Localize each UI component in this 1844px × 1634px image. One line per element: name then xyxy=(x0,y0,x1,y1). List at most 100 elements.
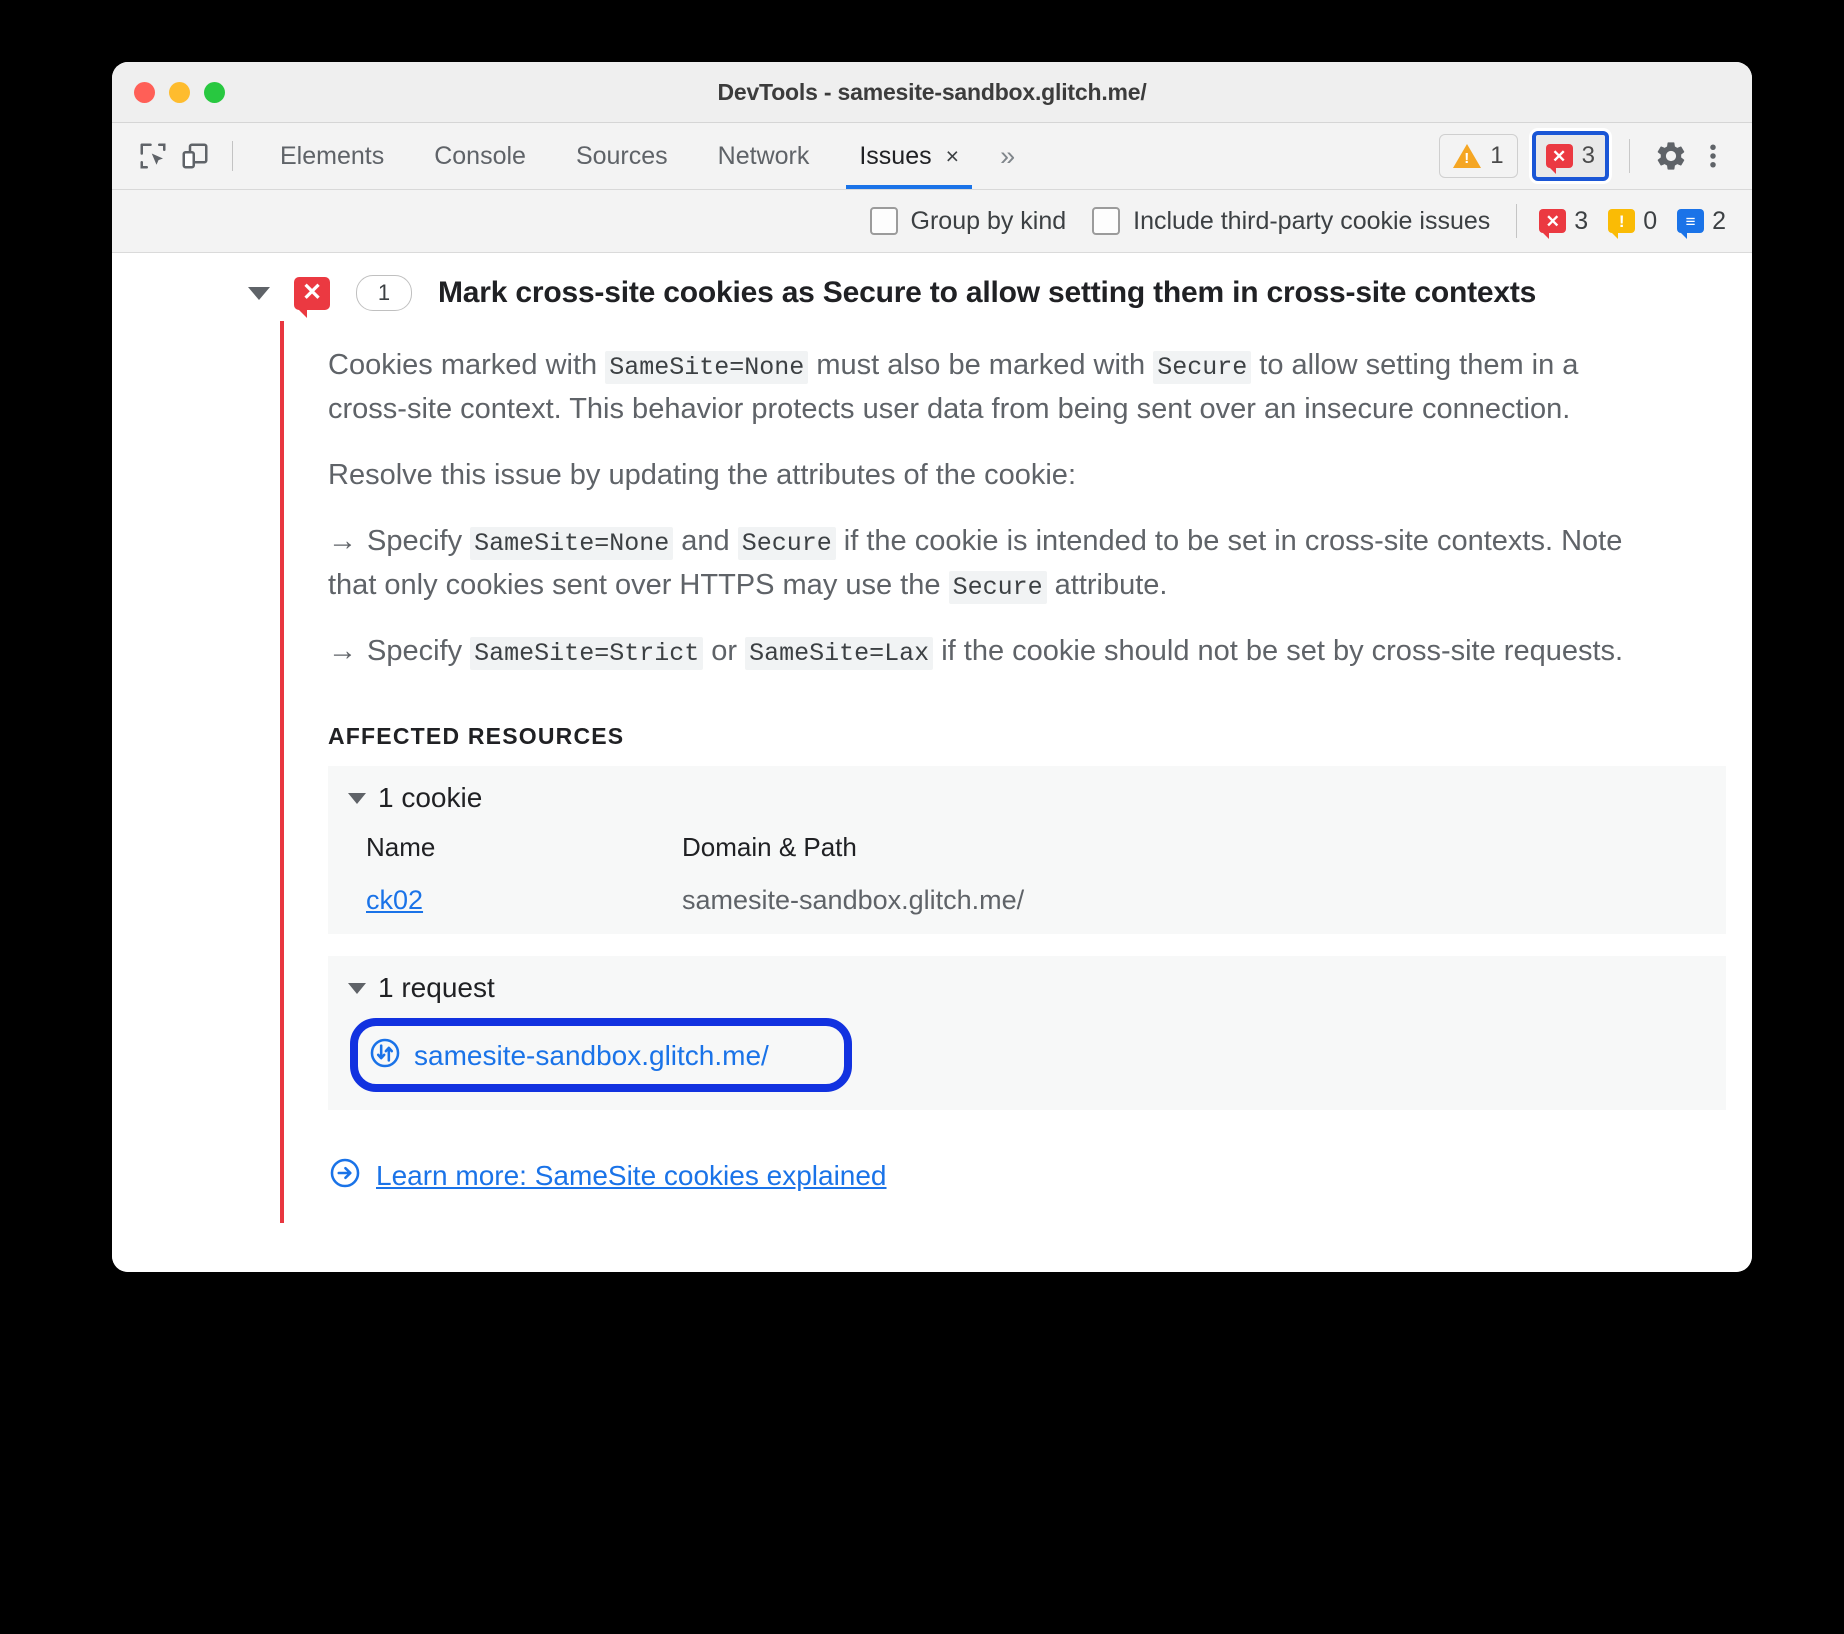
error-count-value: 3 xyxy=(1581,142,1595,169)
cookie-group-header[interactable]: 1 cookie xyxy=(328,782,1726,814)
arrow-right-icon: → xyxy=(328,635,357,668)
issue-count-badge: 1 xyxy=(356,275,412,311)
traffic-light-group xyxy=(112,81,225,103)
warning-bubble-icon: ! xyxy=(1608,209,1636,239)
minimize-window-button[interactable] xyxy=(169,81,190,103)
cookie-group-title: 1 cookie xyxy=(378,782,483,814)
cookie-domain-path-cell: samesite-sandbox.glitch.me/ xyxy=(682,885,1025,916)
request-group-header[interactable]: 1 request xyxy=(328,972,1726,1004)
group-by-kind-label: Group by kind xyxy=(910,206,1067,235)
warning-triangle-icon xyxy=(1453,144,1482,168)
request-url-text: samesite-sandbox.glitch.me/ xyxy=(414,1039,769,1071)
close-window-button[interactable] xyxy=(134,81,155,103)
table-row: ck02 samesite-sandbox.glitch.me/ xyxy=(366,885,1726,916)
chevron-down-icon[interactable] xyxy=(348,982,366,994)
tab-issues[interactable]: Issues × xyxy=(834,123,984,189)
code-samesite-none: SameSite=None xyxy=(605,351,809,384)
info-count-value: 2 xyxy=(1712,206,1726,235)
text-fragment: must also be marked with xyxy=(808,349,1154,381)
close-icon[interactable]: × xyxy=(946,144,959,168)
learn-more-text: Learn more: SameSite cookies explained xyxy=(376,1159,887,1191)
issue-paragraph-3: → Specify SameSite=None and Secure if the… xyxy=(284,519,1692,607)
device-toolbar-icon[interactable] xyxy=(174,135,216,177)
network-request-icon xyxy=(368,1036,402,1075)
gear-icon[interactable] xyxy=(1650,135,1692,177)
tab-elements[interactable]: Elements xyxy=(255,123,409,189)
tab-console-label: Console xyxy=(434,141,526,170)
window-title: DevTools - samesite-sandbox.glitch.me/ xyxy=(717,78,1147,105)
column-header-name: Name xyxy=(366,832,436,863)
checkbox-box xyxy=(869,207,898,235)
tab-sources-label: Sources xyxy=(575,141,668,170)
issue-counts: ✕ 3 ! 0 ≡ 2 xyxy=(1539,206,1726,239)
issue-header-row[interactable]: ✕ 1 Mark cross-site cookies as Secure to… xyxy=(112,253,1752,321)
error-bubble-icon: ✕ xyxy=(294,276,330,318)
text-fragment: Specify xyxy=(367,525,471,558)
arrow-in-circle-icon xyxy=(328,1156,362,1195)
checkbox-box xyxy=(1092,207,1121,235)
code-samesite-none: SameSite=None xyxy=(470,527,674,561)
text-fragment: Resolve this issue by updating the attri… xyxy=(328,459,1076,492)
request-url-link[interactable]: samesite-sandbox.glitch.me/ xyxy=(368,1036,769,1075)
issue-paragraph-4: → Specify SameSite=Strict or SameSite=Lax… xyxy=(284,629,1692,673)
issue-body: Cookies marked with SameSite=None must a… xyxy=(280,321,1752,1224)
error-bubble-icon: ✕ xyxy=(1539,209,1567,239)
kebab-menu-icon[interactable] xyxy=(1692,135,1734,177)
tab-elements-label: Elements xyxy=(280,141,385,170)
text-fragment: if the cookie should not be set by cross… xyxy=(933,635,1624,668)
include-third-party-checkbox[interactable]: Include third-party cookie issues xyxy=(1092,207,1490,236)
issues-content-panel: ✕ 1 Mark cross-site cookies as Secure to… xyxy=(112,253,1752,1272)
info-bubble-icon: ≡ xyxy=(1677,209,1705,239)
affected-resources-heading: AFFECTED RESOURCES xyxy=(328,723,625,750)
issue-paragraph-1: Cookies marked with SameSite=None must a… xyxy=(284,343,1692,431)
cookie-name-cell: ck02 xyxy=(366,885,682,916)
error-count-value: 3 xyxy=(1574,206,1589,235)
text-fragment: Cookies marked with xyxy=(328,349,606,381)
warning-count-value: 0 xyxy=(1643,206,1658,235)
column-header-domain-path: Domain & Path xyxy=(682,832,857,863)
warning-count-button[interactable]: 1 xyxy=(1439,134,1518,178)
issue-paragraph-2: Resolve this issue by updating the attri… xyxy=(284,453,1692,497)
table-header-row: Name Domain & Path xyxy=(366,832,1726,863)
code-samesite-strict: SameSite=Strict xyxy=(470,637,704,671)
error-count: ✕ 3 xyxy=(1539,206,1589,239)
code-secure: Secure xyxy=(737,527,836,561)
error-count-button[interactable]: ✕ 3 xyxy=(1531,131,1609,181)
code-secure: Secure xyxy=(948,571,1047,605)
cookie-table: Name Domain & Path ck02 samesite-sandbox… xyxy=(328,832,1726,916)
warning-count-value: 1 xyxy=(1490,142,1504,169)
info-count: ≡ 2 xyxy=(1677,206,1726,239)
arrow-right-icon: → xyxy=(328,525,357,558)
filterbar-divider xyxy=(1516,204,1518,238)
warning-count: ! 0 xyxy=(1608,206,1658,239)
group-by-kind-checkbox[interactable]: Group by kind xyxy=(869,206,1067,236)
learn-more-link[interactable]: Learn more: SameSite cookies explained xyxy=(284,1156,1752,1195)
tab-issues-label: Issues xyxy=(859,141,932,170)
toolbar-divider xyxy=(1629,139,1630,173)
issue-severity-icon: ✕ xyxy=(294,276,330,318)
tab-console[interactable]: Console xyxy=(409,123,551,189)
request-group-title: 1 request xyxy=(378,972,495,1004)
devtools-window: DevTools - samesite-sandbox.glitch.me/ E… xyxy=(112,62,1752,1272)
cookie-name-link[interactable]: ck02 xyxy=(366,885,423,915)
issue-title: Mark cross-site cookies as Secure to all… xyxy=(438,276,1537,309)
more-tabs-icon[interactable]: » xyxy=(984,123,1031,189)
text-fragment: attribute. xyxy=(1046,569,1168,602)
issues-filter-bar: Group by kind Include third-party cookie… xyxy=(112,190,1752,253)
code-secure: Secure xyxy=(1153,351,1252,384)
affected-requests-group: 1 request samesite-sandbox.glitch.me/ xyxy=(328,956,1726,1111)
inspect-element-icon[interactable] xyxy=(132,135,174,177)
chevron-down-icon[interactable] xyxy=(348,792,366,804)
chevron-down-icon[interactable] xyxy=(248,286,270,300)
screenshot-stage: DevTools - samesite-sandbox.glitch.me/ E… xyxy=(0,0,1844,1634)
text-fragment: Specify xyxy=(367,635,471,668)
request-row: samesite-sandbox.glitch.me/ xyxy=(328,1018,1726,1093)
tab-sources[interactable]: Sources xyxy=(551,123,693,189)
tab-network[interactable]: Network xyxy=(693,123,835,189)
include-third-party-label: Include third-party cookie issues xyxy=(1133,206,1491,235)
maximize-window-button[interactable] xyxy=(204,81,225,103)
toolbar-separator xyxy=(232,141,233,171)
error-bubble-icon: ✕ xyxy=(1545,144,1573,174)
window-titlebar: DevTools - samesite-sandbox.glitch.me/ xyxy=(112,62,1752,123)
panel-tabs: Elements Console Sources Network Issues … xyxy=(255,123,1031,189)
